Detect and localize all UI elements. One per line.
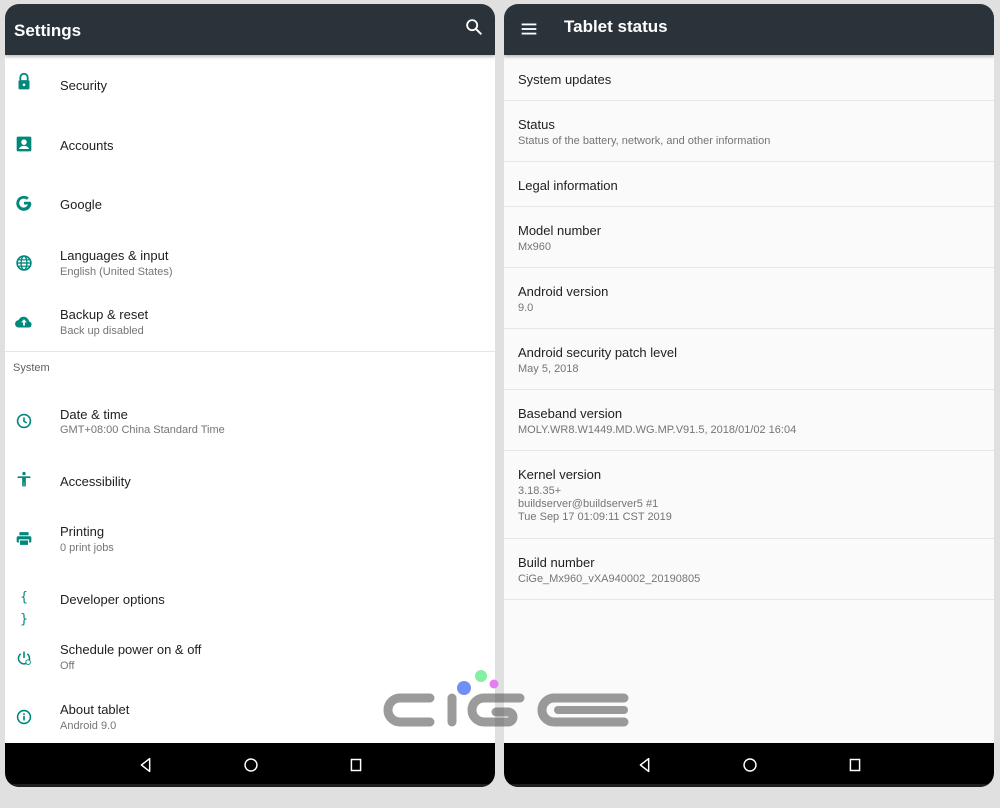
- page-title: Settings: [14, 21, 82, 40]
- settings-item-developer-options[interactable]: { } Developer options: [5, 567, 495, 627]
- status-item-security-patch-level[interactable]: Android security patch level May 5, 2018: [504, 329, 994, 390]
- braces-icon: { }: [20, 590, 28, 627]
- search-icon[interactable]: [463, 16, 485, 38]
- status-item-android-version[interactable]: Android version 9.0: [504, 268, 994, 329]
- home-icon[interactable]: [739, 754, 761, 776]
- status-item-title: Kernel version: [518, 467, 602, 482]
- settings-item-title: Accounts: [60, 138, 114, 153]
- status-item-value: MOLY.WR8.W1449.MD.WG.MP.V91.5, 2018/01/0…: [518, 424, 797, 436]
- settings-item-title: Schedule power on & off: [60, 642, 202, 657]
- settings-item-schedule-power[interactable]: Schedule power on & off Off: [5, 626, 495, 685]
- status-item-value: Status of the battery, network, and othe…: [518, 135, 771, 147]
- settings-item-subtitle: Android 9.0: [60, 720, 117, 732]
- globe-icon: [13, 252, 35, 274]
- status-item-value-line: Tue Sep 17 01:09:11 CST 2019: [518, 511, 672, 523]
- status-item-title: Status: [518, 117, 555, 132]
- settings-panel: Settings Security Accounts Google Langua…: [5, 4, 495, 787]
- status-item-title: Baseband version: [518, 406, 623, 421]
- settings-item-date-time[interactable]: Date & time GMT+08:00 China Standard Tim…: [5, 390, 495, 449]
- section-divider: [5, 351, 495, 352]
- accessibility-icon: [13, 469, 35, 491]
- settings-item-subtitle: GMT+08:00 China Standard Time: [60, 424, 225, 436]
- settings-item-title: Backup & reset: [60, 307, 149, 322]
- status-item-title: Android security patch level: [518, 345, 677, 360]
- back-icon[interactable]: [135, 754, 157, 776]
- settings-item-subtitle: Off: [60, 660, 75, 672]
- hamburger-menu-icon[interactable]: [518, 18, 540, 40]
- settings-item-about-tablet[interactable]: About tablet Android 9.0: [5, 685, 495, 744]
- status-item-title: Android version: [518, 284, 609, 299]
- navigation-bar: [5, 743, 495, 787]
- settings-item-title: Printing: [60, 524, 105, 539]
- settings-item-title: About tablet: [60, 702, 130, 717]
- recents-icon[interactable]: [844, 754, 866, 776]
- settings-item-languages[interactable]: Languages & input English (United States…: [5, 232, 495, 291]
- settings-item-google[interactable]: Google: [5, 173, 495, 232]
- settings-item-accounts[interactable]: Accounts: [5, 114, 495, 173]
- settings-item-title: Date & time: [60, 407, 128, 422]
- page-title: Tablet status: [564, 17, 668, 36]
- tablet-status-panel: Tablet status System updates Status Stat…: [504, 4, 994, 787]
- status-item-value: May 5, 2018: [518, 363, 579, 375]
- settings-item-title: Languages & input: [60, 248, 169, 263]
- settings-item-backup[interactable]: Backup & reset Back up disabled: [5, 291, 495, 350]
- status-item-title: Legal information: [518, 178, 618, 193]
- status-item-baseband-version[interactable]: Baseband version MOLY.WR8.W1449.MD.WG.MP…: [504, 390, 994, 451]
- status-item-title: System updates: [518, 72, 612, 87]
- settings-item-accessibility[interactable]: Accessibility: [5, 449, 495, 508]
- account-box-icon: [13, 133, 35, 155]
- status-item-status[interactable]: Status Status of the battery, network, a…: [504, 101, 994, 162]
- status-item-system-updates[interactable]: System updates: [504, 55, 994, 101]
- recents-icon[interactable]: [345, 754, 367, 776]
- status-item-value-line: buildserver@buildserver5 #1: [518, 498, 659, 510]
- status-item-title: Build number: [518, 555, 595, 570]
- settings-item-security[interactable]: Security: [5, 55, 495, 114]
- status-item-value-line: 3.18.35+: [518, 485, 562, 497]
- lock-icon: [13, 71, 35, 93]
- clock-icon: [13, 410, 35, 432]
- status-item-build-number[interactable]: Build number CiGe_Mx960_vXA940002_201908…: [504, 539, 994, 600]
- status-item-kernel-version[interactable]: Kernel version 3.18.35+ buildserver@buil…: [504, 451, 994, 539]
- tablet-status-app-bar: Tablet status: [504, 4, 994, 55]
- status-item-model-number[interactable]: Model number Mx960: [504, 207, 994, 268]
- settings-item-subtitle: 0 print jobs: [60, 542, 114, 554]
- status-item-value: 9.0: [518, 302, 534, 314]
- settings-item-subtitle: Back up disabled: [60, 325, 144, 337]
- settings-item-printing[interactable]: Printing 0 print jobs: [5, 508, 495, 567]
- status-item-value: Mx960: [518, 241, 552, 253]
- google-icon: [13, 192, 35, 214]
- info-icon: [13, 706, 35, 728]
- status-item-value: CiGe_Mx960_vXA940002_20190805: [518, 573, 701, 585]
- settings-item-title: Accessibility: [60, 474, 131, 489]
- home-icon[interactable]: [240, 754, 262, 776]
- navigation-bar: [504, 743, 994, 787]
- cloud-upload-icon: [13, 311, 35, 333]
- printer-icon: [13, 528, 35, 550]
- schedule-power-icon: [13, 647, 35, 669]
- status-item-title: Model number: [518, 223, 602, 238]
- settings-item-title: Google: [60, 197, 102, 212]
- settings-item-title: Security: [60, 78, 107, 93]
- back-icon[interactable]: [634, 754, 656, 776]
- settings-app-bar: Settings: [5, 4, 495, 55]
- settings-item-subtitle: English (United States): [60, 266, 173, 278]
- settings-item-title: Developer options: [60, 592, 165, 607]
- status-item-legal-information[interactable]: Legal information: [504, 162, 994, 207]
- section-header-system: System: [13, 362, 50, 374]
